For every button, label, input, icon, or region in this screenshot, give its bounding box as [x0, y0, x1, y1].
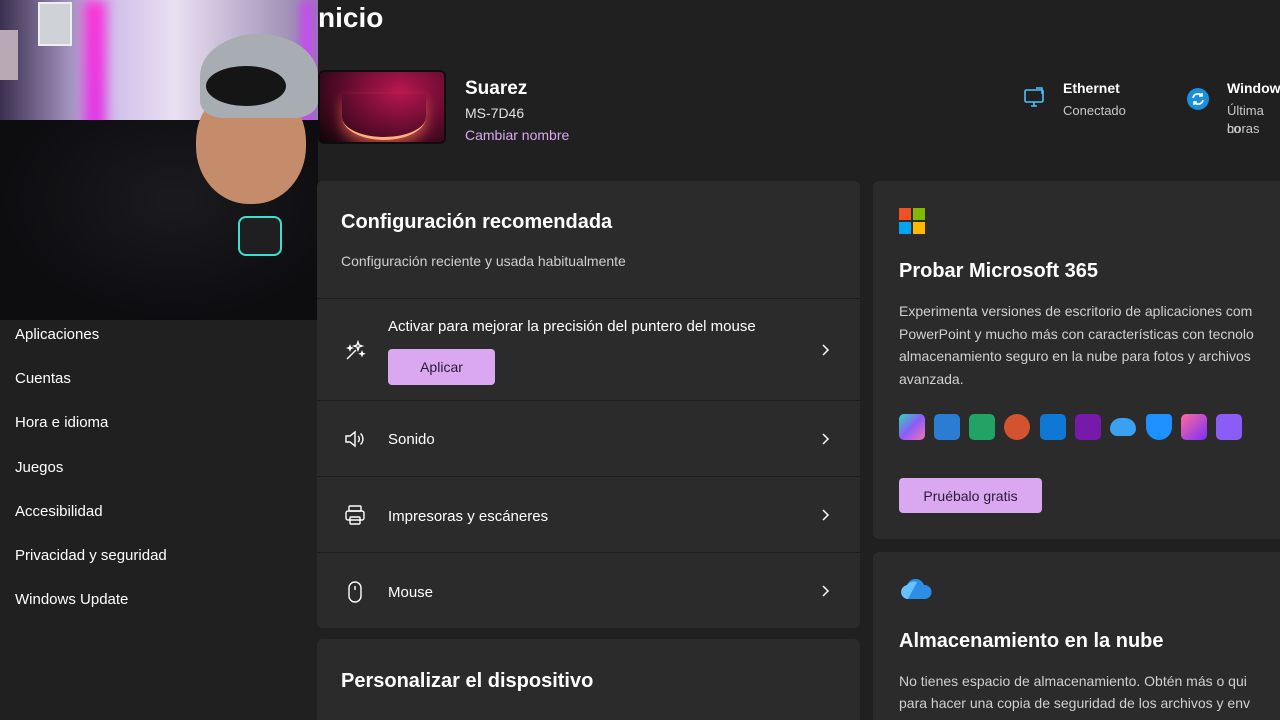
- ethernet-title[interactable]: Ethernet: [1063, 80, 1120, 96]
- apply-button[interactable]: Aplicar: [388, 349, 495, 385]
- m365-description-line: Experimenta versiones de escritorio de a…: [899, 303, 1253, 319]
- mouse-icon: [343, 580, 367, 604]
- page-title: nicio: [318, 2, 384, 33]
- sound-row[interactable]: Sonido: [317, 400, 860, 476]
- cloud-description-line: para hacer una copia de seguridad de los…: [899, 695, 1250, 711]
- device-name: Suarez: [465, 78, 528, 99]
- sidebar-item-time-language[interactable]: Hora e idioma: [0, 402, 300, 442]
- designer-icon: [1216, 414, 1242, 440]
- sidebar-item-gaming[interactable]: Juegos: [0, 447, 300, 487]
- recommended-title: Configuración recomendada: [341, 211, 613, 233]
- device-model: MS-7D46: [465, 105, 525, 121]
- clipchamp-icon: [1181, 414, 1207, 440]
- update-title[interactable]: Window: [1227, 80, 1280, 96]
- sidebar-nav: Aplicaciones Cuentas Hora e idioma Juego…: [0, 320, 318, 720]
- update-status-line2: horas: [1227, 121, 1260, 136]
- printers-row[interactable]: Impresoras y escáneres: [317, 476, 860, 552]
- printers-label: Impresoras y escáneres: [388, 508, 549, 525]
- cloud-description: No tienes espacio de almacenamiento. Obt…: [899, 670, 1280, 714]
- sparkle-pointer-icon: [343, 339, 367, 363]
- sidebar-item-apps[interactable]: Aplicaciones: [0, 314, 300, 354]
- onedrive-icon: [1110, 418, 1136, 436]
- chevron-right-icon: [822, 509, 830, 521]
- personalize-title: Personalizar el dispositivo: [341, 670, 594, 692]
- chevron-right-icon: [822, 433, 830, 445]
- onenote-icon: [1075, 414, 1101, 440]
- sidebar-item-label: Privacidad y seguridad: [15, 546, 167, 564]
- outlook-icon: [1040, 414, 1066, 440]
- printer-icon: [343, 503, 367, 527]
- sidebar-item-label: Hora e idioma: [15, 413, 109, 431]
- copilot-icon: [899, 414, 925, 440]
- mouse-precision-label: Activar para mejorar la precisión del pu…: [388, 318, 756, 335]
- sidebar-item-accessibility[interactable]: Accesibilidad: [0, 491, 300, 531]
- ethernet-status: Conectado: [1063, 103, 1126, 118]
- m365-title: Probar Microsoft 365: [899, 260, 1098, 282]
- sidebar-item-label: Juegos: [15, 458, 64, 476]
- sidebar-item-label: Cuentas: [15, 369, 71, 387]
- wallpaper-thumbnail[interactable]: [318, 70, 446, 144]
- cloud-title: Almacenamiento en la nube: [899, 630, 1164, 652]
- mouse-row[interactable]: Mouse: [317, 552, 860, 628]
- monitor-network-icon[interactable]: [1021, 85, 1047, 111]
- recommended-subtitle: Configuración reciente y usada habitualm…: [341, 253, 626, 269]
- webcam-poster: [0, 30, 18, 80]
- webcam-microphone: [238, 216, 282, 256]
- mouse-precision-row[interactable]: Activar para mejorar la precisión del pu…: [317, 298, 860, 400]
- onedrive-cloud-icon: [899, 577, 933, 608]
- sidebar-item-label: Accesibilidad: [15, 502, 103, 520]
- defender-icon: [1146, 414, 1172, 440]
- try-free-button[interactable]: Pruébalo gratis: [899, 478, 1042, 513]
- chevron-right-icon: [822, 585, 830, 597]
- word-icon: [934, 414, 960, 440]
- cloud-description-line: No tienes espacio de almacenamiento. Obt…: [899, 673, 1247, 689]
- microsoft-logo-icon: [899, 208, 925, 234]
- m365-description-line: avanzada.: [899, 370, 964, 387]
- sound-label: Sonido: [388, 431, 435, 448]
- webcam-person-cap-brim: [206, 66, 286, 106]
- sidebar-item-privacy[interactable]: Privacidad y seguridad: [0, 535, 300, 575]
- wallpaper-arc: [342, 94, 426, 140]
- webcam-overlay: [0, 0, 318, 320]
- sidebar-item-windows-update[interactable]: Windows Update: [0, 579, 300, 619]
- mouse-label: Mouse: [388, 584, 434, 601]
- sync-icon[interactable]: [1185, 86, 1211, 112]
- sidebar-item-label: Aplicaciones: [15, 325, 100, 343]
- m365-description-line: almacenamiento seguro en la nube para fo…: [899, 348, 1251, 364]
- excel-icon: [969, 414, 995, 440]
- sidebar-item-label: Windows Update: [15, 590, 129, 608]
- speaker-icon: [343, 427, 367, 451]
- powerpoint-icon: [1004, 414, 1030, 440]
- chevron-right-icon: [822, 344, 830, 356]
- settings-window: Aplicaciones Cuentas Hora e idioma Juego…: [0, 0, 1280, 720]
- sidebar-item-accounts[interactable]: Cuentas: [0, 358, 300, 398]
- m365-description: Experimenta versiones de escritorio de a…: [899, 300, 1280, 390]
- m365-description-line: PowerPoint y mucho más con característic…: [899, 325, 1254, 342]
- webcam-poster: [38, 2, 72, 46]
- rename-link[interactable]: Cambiar nombre: [465, 127, 569, 143]
